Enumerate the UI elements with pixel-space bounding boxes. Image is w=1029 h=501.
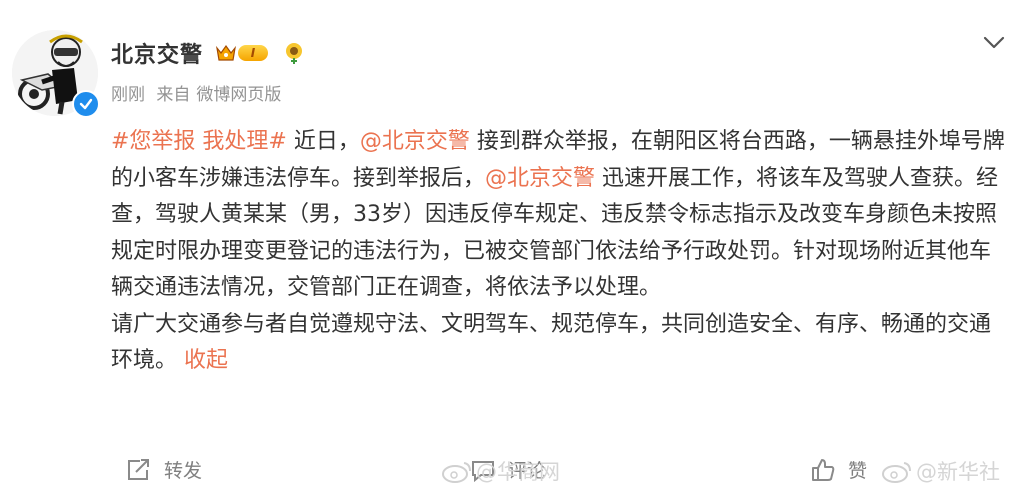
post-content: #您举报 我处理# 近日，@北京交警 接到群众举报，在朝阳区将台西路，一辆悬挂外… [111,124,1011,380]
vip-level: I [238,45,269,61]
thumbs-up-icon [812,458,835,481]
author-avatar[interactable] [12,30,100,118]
vip-badge[interactable]: I [215,42,269,64]
verified-badge-icon [72,90,100,118]
author-name[interactable]: 北京交警 [111,37,203,69]
watermark-xinhua: @新华社 [880,456,1000,486]
post-paragraph-1: #您举报 我处理# 近日，@北京交警 接到群众举报，在朝阳区将台西路，一辆悬挂外… [111,124,1011,307]
repost-button[interactable]: 转发 [126,456,202,483]
weibo-post-card: 北京交警 I 刚刚 来自 微博网页版 #您举报 我处理# 近日，@北京交警 接到群… [0,0,1029,501]
author-name-row: 北京交警 I [111,36,306,70]
post-time[interactable]: 刚刚 [111,85,145,105]
crown-icon [216,44,236,61]
sunflower-medal-icon[interactable] [282,41,306,65]
like-label: 赞 [848,460,868,482]
collapse-link[interactable]: 收起 [184,348,228,373]
topic-tag[interactable]: #您举报 我处理# [111,129,287,154]
like-button[interactable]: 赞 [810,456,867,483]
mention-link[interactable]: @北京交警 [485,166,595,191]
watermark-text: @华商网 [476,460,560,484]
repost-label: 转发 [164,460,203,482]
post-text-segment: 近日， [286,129,360,154]
post-text-segment: 请广大交通参与者自觉遵规守法、文明驾车、规范停车，共同创造安全、有序、畅通的交通… [111,311,992,374]
source-prefix: 来自 [156,85,191,105]
chevron-down-icon[interactable] [981,32,1007,52]
weibo-logo-icon [442,462,471,483]
repost-icon [128,458,149,480]
watermark-huashang: @华商网 [440,456,560,486]
post-meta: 刚刚 来自 微博网页版 [111,80,287,105]
mention-link[interactable]: @北京交警 [360,129,470,154]
post-source[interactable]: 微博网页版 [196,85,281,105]
post-paragraph-2: 请广大交通参与者自觉遵规守法、文明驾车、规范停车，共同创造安全、有序、畅通的交通… [111,307,1011,380]
watermark-text: @新华社 [916,460,1000,484]
weibo-logo-icon [882,462,911,483]
